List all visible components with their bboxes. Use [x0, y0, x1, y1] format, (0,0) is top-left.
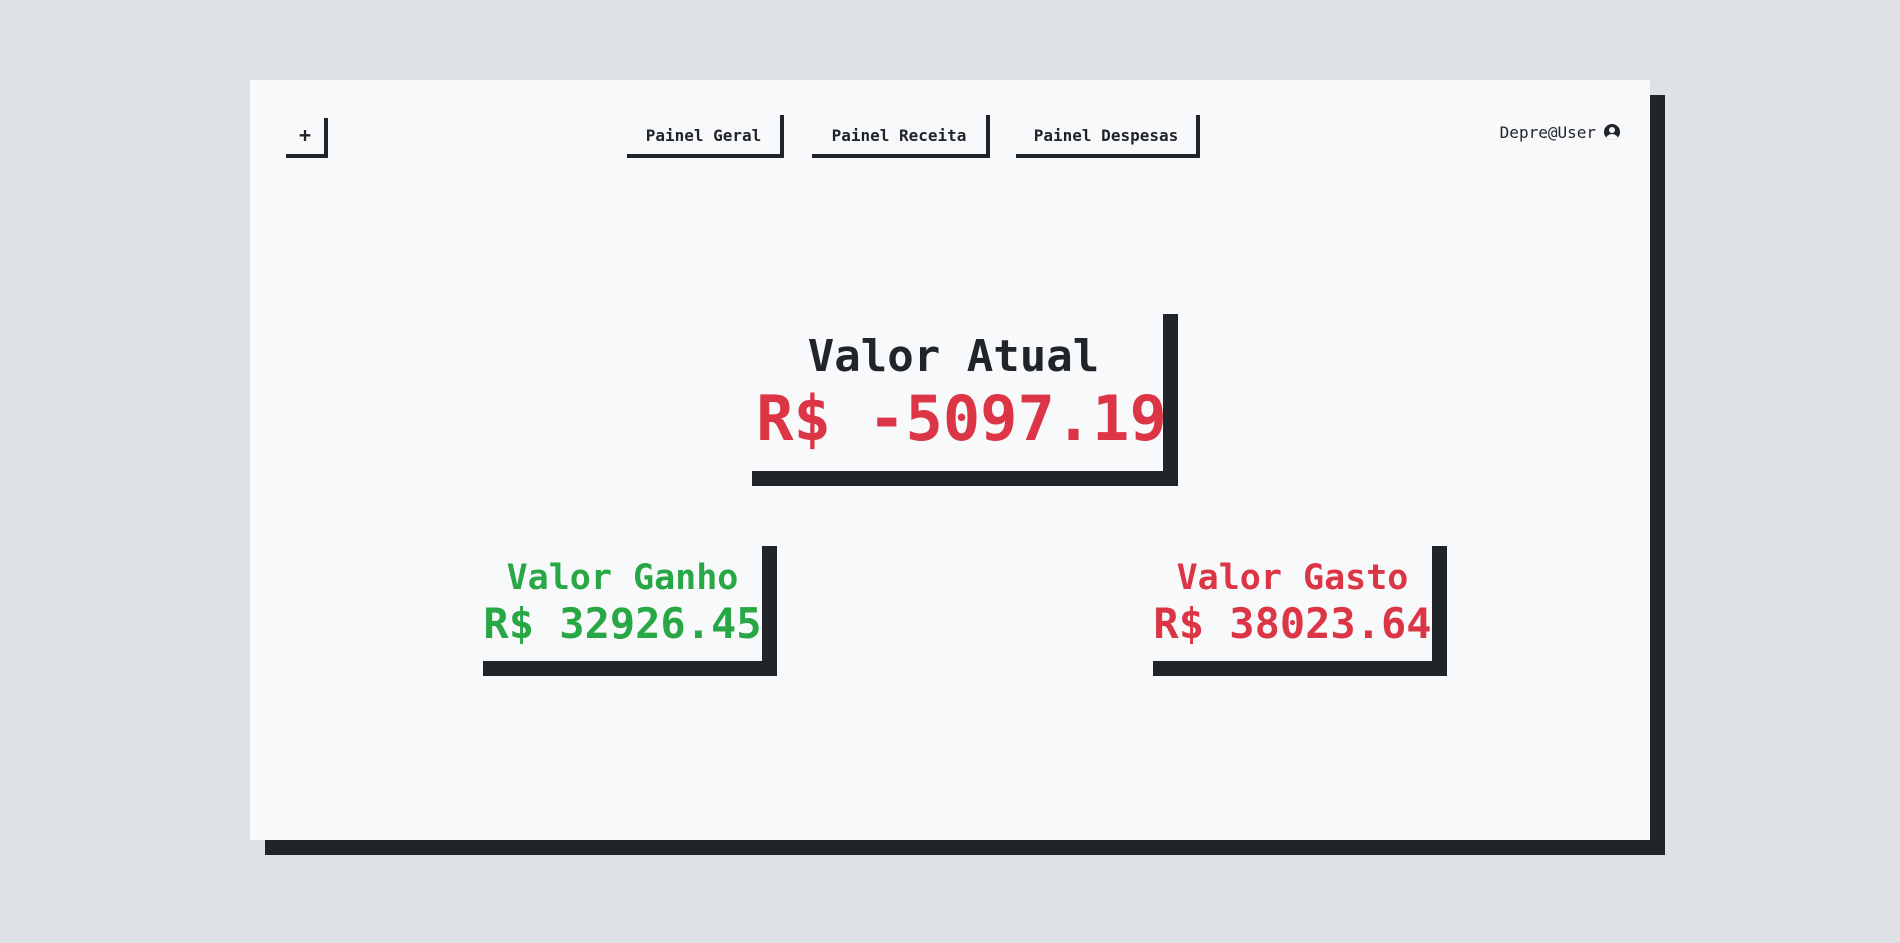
income-card: Valor Ganho R$ 32926.45 [483, 546, 777, 676]
main-panel: + Painel Geral Painel Receita Painel Des… [250, 80, 1650, 840]
income-title: Valor Ganho [506, 558, 739, 599]
add-button[interactable]: + [286, 118, 328, 158]
page: + Painel Geral Painel Receita Painel Des… [0, 0, 1900, 943]
balance-value: R$ -5097.19 [756, 381, 1167, 455]
balance-title: Valor Atual [807, 331, 1100, 383]
nav-painel-geral-button[interactable]: Painel Geral [627, 115, 784, 158]
plus-icon: + [298, 123, 312, 147]
income-value: R$ 32926.45 [483, 599, 762, 649]
expense-title: Valor Gasto [1176, 558, 1409, 599]
user-circle-icon [1604, 124, 1620, 140]
expense-card: Valor Gasto R$ 38023.64 [1153, 546, 1447, 676]
nav-painel-despesas-label: Painel Despesas [1033, 126, 1179, 145]
balance-card: Valor Atual R$ -5097.19 [752, 314, 1178, 486]
nav-painel-despesas-button[interactable]: Painel Despesas [1016, 115, 1200, 158]
user-menu[interactable]: Depre@User [1500, 120, 1620, 144]
user-name: Depre@User [1499, 122, 1596, 142]
nav-painel-receita-label: Painel Receita [831, 126, 967, 145]
nav-painel-geral-label: Painel Geral [645, 126, 762, 145]
expense-value: R$ 38023.64 [1153, 599, 1432, 649]
nav-painel-receita-button[interactable]: Painel Receita [812, 115, 990, 158]
